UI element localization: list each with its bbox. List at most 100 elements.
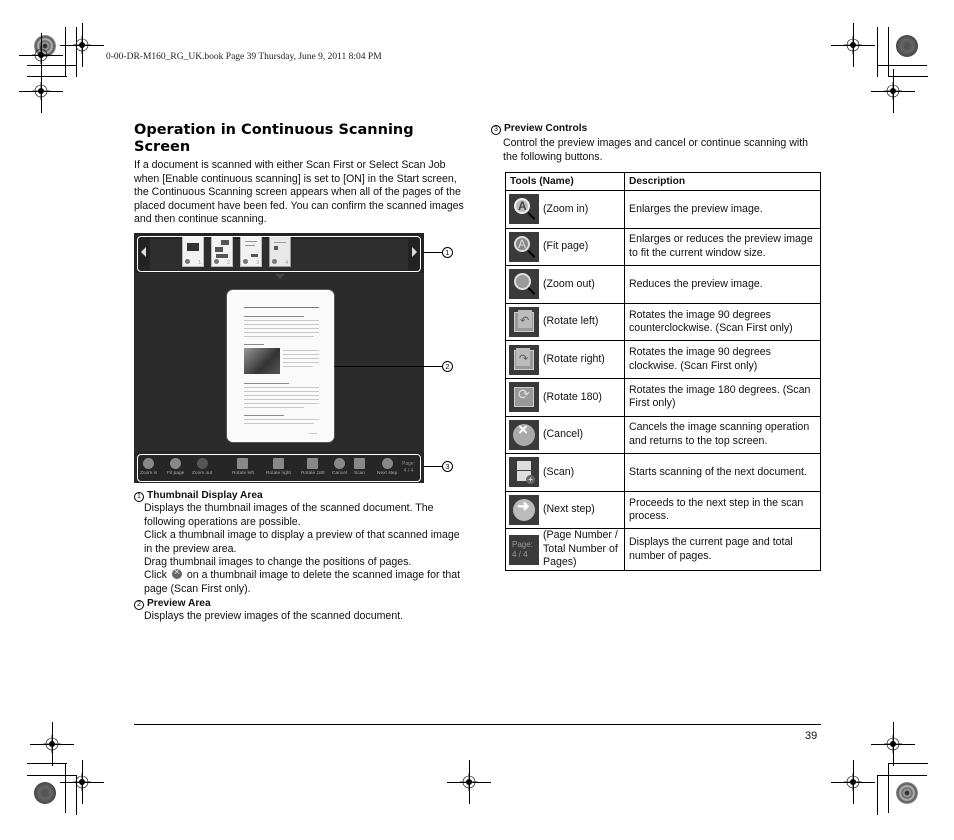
- body-text: Click on a thumbnail image to delete the…: [144, 566, 469, 596]
- preview-text-line: [244, 407, 304, 408]
- tool-name: (Rotate right): [543, 352, 605, 365]
- footer-rule: [134, 724, 821, 725]
- preview-text-line: [244, 403, 319, 404]
- tool-name: (Rotate 180): [543, 390, 602, 403]
- section-heading: Thumbnail Display Area: [147, 490, 263, 501]
- preview-text-line: [244, 391, 319, 392]
- table-row: A (Zoom in) Enlarges the preview image.: [505, 190, 821, 229]
- table-row: + (Scan) Starts scanning of the next docum…: [505, 453, 821, 492]
- crop-line: [27, 76, 67, 77]
- tool-cell: Page: 4 / 4 (Page Number / Total Number of…: [505, 528, 625, 571]
- section-heading: Preview Controls: [504, 123, 588, 134]
- crop-line: [893, 722, 894, 766]
- crop-line: [877, 775, 927, 776]
- preview-text-line: [244, 336, 314, 337]
- crop-line: [877, 65, 927, 66]
- callout-3: 3: [442, 461, 453, 472]
- tool-cell: ➜ (Next step): [505, 490, 625, 530]
- crop-line: [27, 65, 77, 66]
- table-row: ↶ (Rotate left) Rotates the image 90 degre…: [505, 302, 821, 342]
- preview-text-line: [244, 395, 319, 396]
- crop-line: [888, 763, 889, 813]
- crop-line: [893, 69, 894, 113]
- callout-leader: [424, 252, 442, 253]
- body-text: Displays the preview images of the scann…: [144, 610, 404, 623]
- delete-icon: [171, 566, 182, 580]
- tool-description: Proceeds to the next step in the scan pr…: [624, 490, 821, 530]
- preview-text-line: [309, 433, 317, 434]
- tools-table: Tools (Name) Description A (Zoom in) Enlar…: [505, 172, 821, 571]
- table-header-row: Tools (Name) Description: [505, 172, 821, 191]
- crop-line: [877, 775, 878, 815]
- section-title: Operation in Continuous Scanning Screen: [134, 122, 414, 155]
- crop-line: [888, 763, 928, 764]
- color-bar-rosette-icon: [896, 35, 918, 57]
- tool-description: Enlarges or reduces the preview image to…: [624, 227, 821, 267]
- thumbnail-section-title: 1 Thumbnail Display Area: [134, 489, 469, 502]
- preview-area[interactable]: [227, 290, 334, 442]
- preview-text-line: [244, 324, 319, 325]
- body-text-fragment: Click: [144, 569, 167, 582]
- tool-name: (Rotate left): [543, 315, 599, 328]
- tool-name: (Next step): [543, 503, 595, 516]
- color-bar-rosette-icon: [896, 782, 918, 804]
- crop-line: [888, 27, 889, 77]
- tool-description: Enlarges the preview image.: [624, 190, 821, 229]
- tool-description: Cancels the image scanning operation and…: [624, 415, 821, 455]
- crop-line: [27, 775, 77, 776]
- tool-name: (Page Number / Total Number of Pages): [543, 529, 618, 569]
- page-icon-label: Page:: [512, 539, 533, 549]
- tool-cell-content: ➜ (Next step): [509, 495, 621, 526]
- fit-page-icon: A: [509, 231, 539, 262]
- next-step-icon: ➜: [509, 495, 539, 526]
- crop-line: [41, 69, 42, 113]
- color-bar-rosette-icon: [34, 782, 56, 804]
- preview-section: 2 Preview Area Displays the preview image…: [134, 597, 469, 624]
- table-row: ➜ (Next step) Proceeds to the next step in…: [505, 490, 821, 530]
- callout-frame-3: [137, 454, 421, 482]
- circled-number: 1: [134, 492, 144, 502]
- page-icon-value: 4 / 4: [512, 549, 528, 559]
- rotate-180-icon: ⟳: [509, 382, 539, 413]
- crop-line: [27, 763, 67, 764]
- tool-description: Reduces the preview image.: [624, 265, 821, 304]
- crop-line: [52, 722, 53, 766]
- tool-name: (Fit page): [543, 240, 589, 253]
- tool-cell-content: ↷ (Rotate right): [509, 344, 621, 375]
- body-text-fragment: on a thumbnail image to delete the scann…: [144, 569, 461, 595]
- page-number-icon-text: Page: 4 / 4: [509, 535, 539, 560]
- preview-text-line: [244, 387, 319, 388]
- tool-cell-content: × (Cancel): [509, 419, 621, 450]
- table-row: × (Cancel) Cancels the image scanning oper…: [505, 415, 821, 455]
- preview-text-line: [283, 362, 319, 363]
- tool-description: Starts scanning of the next document.: [624, 453, 821, 492]
- crop-line: [877, 27, 878, 77]
- tool-cell: × (Cancel): [505, 415, 625, 455]
- column-header-description: Description: [624, 172, 821, 191]
- body-text: Click a thumbnail image to display a pre…: [144, 529, 460, 555]
- tool-cell-content: (Zoom out): [509, 269, 621, 300]
- print-slug: 0-00-DR-M160_RG_UK.book Page 39 Thursday…: [106, 52, 382, 62]
- tool-cell: (Zoom out): [505, 265, 625, 304]
- preview-text-line: [244, 316, 304, 317]
- preview-text-line: [244, 328, 319, 329]
- crop-line: [65, 27, 66, 77]
- tool-cell: ⟳ (Rotate 180): [505, 377, 625, 417]
- controls-section-title: 3 Preview Controls: [491, 123, 587, 135]
- preview-text-line: [244, 423, 314, 424]
- preview-text-line: [244, 415, 284, 416]
- tool-name: (Scan): [543, 465, 575, 478]
- tool-cell-content: + (Scan): [509, 457, 621, 488]
- crop-line: [853, 760, 854, 804]
- tool-cell: A (Fit page): [505, 227, 625, 267]
- scan-icon: +: [509, 457, 539, 488]
- continuous-scanning-screenshot: 1 2 3 4 Zoom in Fit page Zoom out Rotate…: [134, 233, 424, 483]
- callout-1: 1: [442, 247, 453, 258]
- rotate-right-icon: ↷: [509, 344, 539, 375]
- tool-cell: ↶ (Rotate left): [505, 302, 625, 342]
- thumbnail-section: 1 Thumbnail Display Area Displays the thu…: [134, 489, 469, 596]
- tool-cell-content: ⟳ (Rotate 180): [509, 382, 621, 413]
- section-heading: Preview Area: [147, 598, 211, 609]
- intro-paragraph: If a document is scanned with either Sca…: [134, 159, 464, 226]
- selection-pointer-icon: [275, 274, 285, 279]
